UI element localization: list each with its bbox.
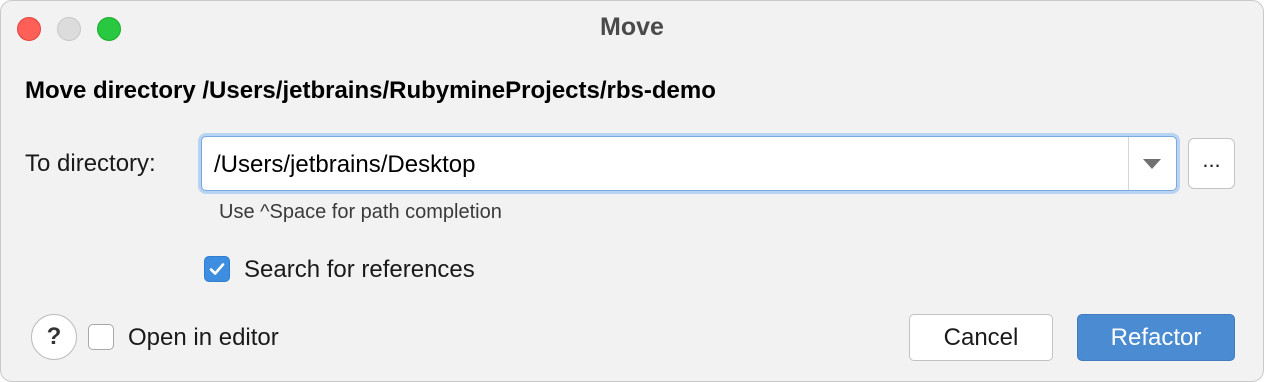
to-directory-label: To directory:	[25, 150, 156, 177]
window-title: Move	[600, 13, 664, 41]
open-in-editor-checkbox[interactable]	[88, 324, 114, 350]
to-directory-input[interactable]: /Users/jetbrains/Desktop	[214, 151, 475, 179]
refactor-button[interactable]: Refactor	[1077, 314, 1235, 361]
checkmark-icon	[209, 263, 225, 275]
browse-button[interactable]: ...	[1188, 138, 1235, 189]
dialog-heading: Move directory /Users/jetbrains/Rubymine…	[25, 77, 716, 104]
search-references-checkbox[interactable]	[204, 256, 230, 282]
search-references-label[interactable]: Search for references	[244, 256, 475, 284]
title-bar: Move	[1, 1, 1263, 55]
open-in-editor-label[interactable]: Open in editor	[128, 324, 279, 352]
move-dialog: Move Move directory /Users/jetbrains/Rub…	[0, 0, 1264, 382]
to-directory-combobox[interactable]: /Users/jetbrains/Desktop	[201, 136, 1177, 191]
help-button[interactable]: ?	[31, 314, 77, 360]
path-completion-hint: Use ^Space for path completion	[219, 201, 502, 223]
combo-divider	[1128, 137, 1129, 190]
chevron-down-icon[interactable]	[1143, 159, 1161, 169]
cancel-button[interactable]: Cancel	[909, 314, 1053, 361]
